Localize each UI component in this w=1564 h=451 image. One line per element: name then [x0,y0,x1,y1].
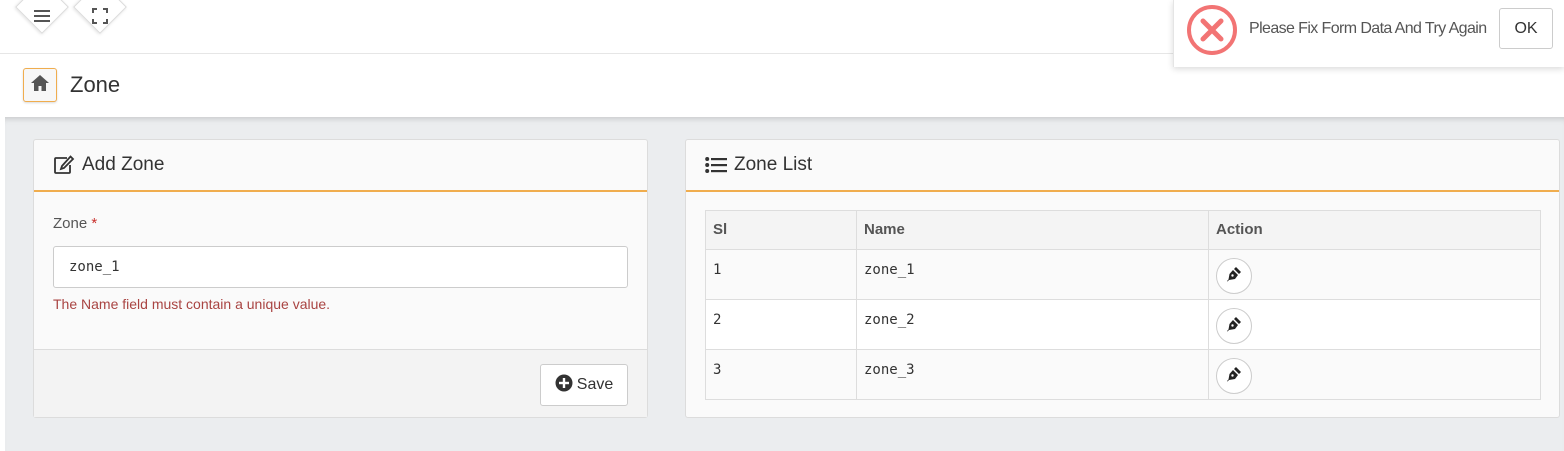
cell-sl: 1 [705,249,857,300]
plus-circle-icon [555,374,573,397]
zone-list-panel-header: Zone List [686,140,1559,192]
expand-icon[interactable] [90,6,110,26]
pen-icon [1226,266,1242,286]
pen-icon [1226,366,1242,386]
home-button[interactable] [23,68,57,102]
main-content: Add Zone Zone * The Name field must cont… [5,117,1564,451]
column-header-action: Action [1208,210,1541,250]
cell-name: zone_3 [856,349,1209,400]
hamburger-icon[interactable] [32,6,52,26]
cell-name: zone_1 [856,249,1209,300]
toast-message: Please Fix Form Data And Try Again [1249,20,1487,37]
pen-icon [1226,316,1242,336]
edit-zone-button[interactable] [1216,258,1252,294]
add-zone-panel: Add Zone Zone * The Name field must cont… [33,139,648,418]
cell-sl: 2 [705,299,857,350]
column-header-name: Name [856,210,1209,250]
list-icon [704,153,728,177]
edit-zone-button[interactable] [1216,308,1252,344]
ok-button[interactable]: OK [1499,8,1553,49]
add-zone-panel-header: Add Zone [34,140,647,192]
table-header-row: Sl Name Action [705,210,1541,250]
edit-icon [52,153,76,177]
home-icon [30,74,50,97]
cell-action [1208,249,1541,300]
table-row: 3 zone_3 [705,349,1541,400]
cell-name: zone_2 [856,299,1209,350]
add-zone-panel-footer: Save [34,349,647,417]
column-header-sl: Sl [705,210,857,250]
edit-zone-button[interactable] [1216,358,1252,394]
add-zone-title: Add Zone [82,154,165,175]
page-title: Zone [70,72,121,97]
save-button[interactable]: Save [540,364,628,406]
save-button-label: Save [576,376,614,393]
cell-sl: 3 [705,349,857,400]
error-x-circle-icon [1186,4,1238,61]
table-row: 2 zone_2 [705,299,1541,350]
cell-action [1208,299,1541,350]
cell-action [1208,349,1541,400]
table-row: 1 zone_1 [705,249,1541,300]
error-toast: Please Fix Form Data And Try Again OK [1173,0,1564,67]
zone-table: Sl Name Action 1 zone_1 2 zone_2 3 zone_… [705,210,1541,400]
zone-list-panel: Zone List Sl Name Action 1 zone_1 2 zone… [685,139,1560,418]
zone-label-text: Zone [53,215,88,232]
zone-error-message: The Name field must contain a unique val… [53,296,331,312]
zone-field-label: Zone * [53,215,97,232]
required-mark: * [91,215,98,232]
zone-list-title: Zone List [734,154,813,175]
zone-input[interactable] [53,246,628,288]
